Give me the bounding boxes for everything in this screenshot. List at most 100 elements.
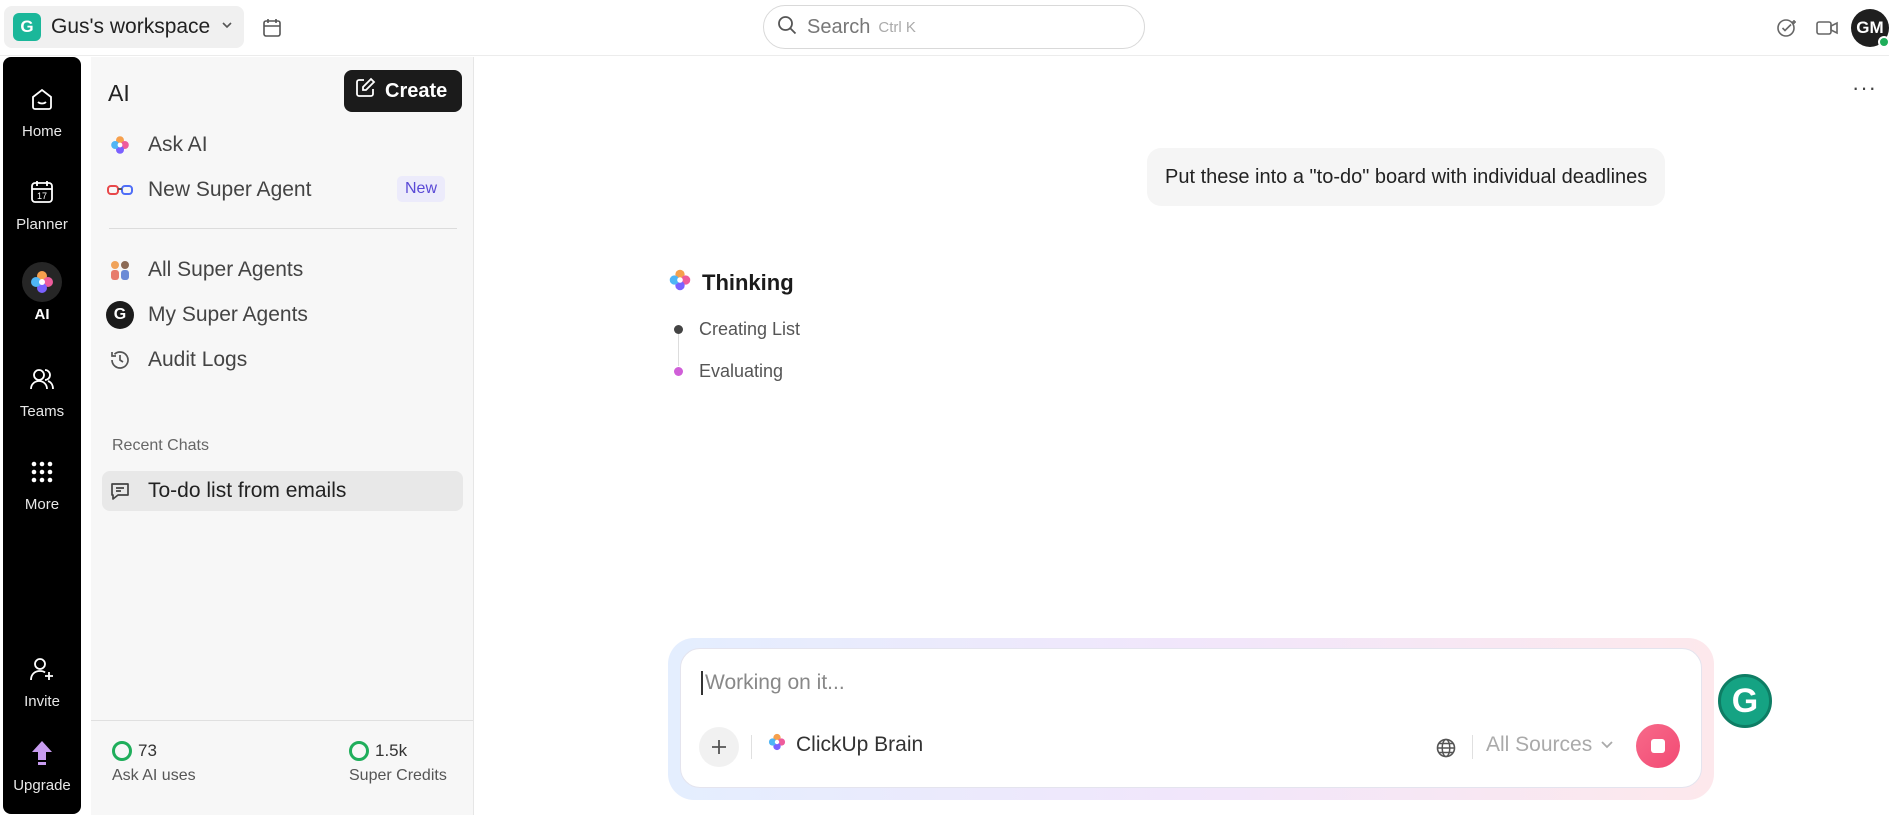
rail-label: Planner xyxy=(16,216,68,233)
thinking-step: Evaluating xyxy=(674,350,800,392)
step-text: Creating List xyxy=(699,318,801,339)
thinking-steps: Creating List Evaluating xyxy=(674,308,800,392)
recent-chats-heading: Recent Chats xyxy=(112,437,209,454)
avatar: G xyxy=(106,301,134,329)
user-avatar[interactable]: GM xyxy=(1851,9,1889,48)
message-input[interactable]: Working on it... xyxy=(701,671,845,695)
sidebar-item-audit-logs[interactable]: Audit Logs xyxy=(102,340,463,380)
sidebar-item-new-super-agent[interactable]: New Super Agent New xyxy=(102,170,463,210)
chevron-down-icon xyxy=(1600,733,1614,757)
thinking-step: Creating List xyxy=(674,308,801,366)
rail-label: AI xyxy=(34,306,50,323)
create-button[interactable]: Create xyxy=(344,70,462,112)
svg-text:17: 17 xyxy=(37,191,47,201)
sidebar-item-label: New Super Agent xyxy=(148,178,312,201)
calendar-icon[interactable] xyxy=(258,14,286,42)
compose-icon xyxy=(354,77,376,105)
new-badge: New xyxy=(396,176,445,202)
create-label: Create xyxy=(385,79,448,102)
super-credits-value: 1.5k xyxy=(375,741,408,760)
sidebar-title: AI xyxy=(108,80,130,106)
rail-item-home[interactable]: Home xyxy=(3,79,81,140)
ask-ai-uses-label: Ask AI uses xyxy=(112,767,196,784)
sources-selector[interactable]: All Sources xyxy=(1486,733,1614,757)
sidebar-item-my-super-agents[interactable]: G My Super Agents xyxy=(102,295,463,335)
left-rail: Home 17 Planner AI Teams More Invite Upg… xyxy=(3,57,81,814)
recent-chat-label: To-do list from emails xyxy=(148,479,347,502)
sidebar-item-label: All Super Agents xyxy=(148,258,304,281)
ai-sidebar: AI Create Ask AI New Super Agent New All… xyxy=(91,57,474,815)
ask-ai-uses-stat: 73 Ask AI uses xyxy=(112,741,196,785)
chat-main: ··· Put these into a "to-do" board with … xyxy=(475,57,1889,817)
chat-icon xyxy=(106,477,134,505)
video-record-icon[interactable] xyxy=(1807,8,1847,48)
workspace-badge: G xyxy=(13,13,41,41)
composer-divider xyxy=(1472,735,1473,759)
step-dot-icon xyxy=(674,324,683,334)
grid-icon xyxy=(22,452,62,492)
model-label: ClickUp Brain xyxy=(796,733,924,756)
ai-brain-icon xyxy=(106,131,134,159)
sidebar-item-all-super-agents[interactable]: All Super Agents xyxy=(102,250,463,290)
add-user-icon xyxy=(22,649,62,689)
sidebar-item-label: Audit Logs xyxy=(148,348,248,371)
super-credits-stat: 1.5k Super Credits xyxy=(349,741,447,785)
rail-item-invite[interactable]: Invite xyxy=(3,649,81,710)
history-icon xyxy=(106,346,134,374)
workspace-switcher[interactable]: G Gus's workspace xyxy=(4,6,244,48)
usage-footer: 73 Ask AI uses 1.5k Super Credits xyxy=(91,720,473,815)
top-right-actions: GM xyxy=(1767,8,1889,48)
user-message-bubble: Put these into a "to-do" board with indi… xyxy=(1147,148,1666,206)
sources-label: All Sources xyxy=(1486,733,1593,756)
ai-brain-icon xyxy=(22,262,62,302)
thinking-label: Thinking xyxy=(702,269,794,295)
stop-generation-button[interactable] xyxy=(1636,724,1680,768)
task-check-icon[interactable] xyxy=(1767,8,1807,48)
chat-composer: Working on it... ClickUp Brain All Sourc… xyxy=(680,648,1702,788)
globe-icon xyxy=(1436,738,1456,758)
progress-ring-icon xyxy=(349,741,369,761)
rail-item-planner[interactable]: 17 Planner xyxy=(3,172,81,233)
calendar-icon: 17 xyxy=(22,172,62,212)
home-icon xyxy=(22,79,62,119)
plus-icon xyxy=(712,740,726,754)
ask-ai-uses-value: 73 xyxy=(138,741,157,760)
more-options-icon[interactable]: ··· xyxy=(1852,75,1877,101)
thinking-header[interactable]: Thinking xyxy=(666,266,794,299)
search-bar[interactable]: Search Ctrl K xyxy=(763,5,1145,49)
recent-chat-item[interactable]: To-do list from emails xyxy=(102,471,463,511)
rail-item-more[interactable]: More xyxy=(3,452,81,513)
rail-label: Invite xyxy=(24,693,60,710)
ai-brain-icon xyxy=(666,266,694,299)
teams-icon xyxy=(22,359,62,399)
rail-label: Upgrade xyxy=(13,777,71,794)
rail-label: Teams xyxy=(19,403,65,420)
workspace-name: Gus's workspace xyxy=(51,15,211,38)
step-text: Evaluating xyxy=(699,360,784,381)
composer-divider xyxy=(751,735,752,759)
rail-label: More xyxy=(24,496,60,513)
avatar-initials: GM xyxy=(1856,18,1884,37)
model-selector[interactable]: ClickUp Brain xyxy=(766,731,923,759)
online-status-dot xyxy=(1878,36,1889,48)
sidebar-item-label: Ask AI xyxy=(148,133,208,156)
ai-brain-icon xyxy=(766,731,788,759)
search-icon xyxy=(776,14,798,41)
user-message-text: Put these into a "to-do" board with indi… xyxy=(1165,165,1648,188)
grammarly-widget-icon[interactable]: G xyxy=(1718,674,1772,728)
sidebar-item-label: My Super Agents xyxy=(148,303,308,326)
add-attachment-button[interactable] xyxy=(699,727,739,767)
rail-item-ai[interactable]: AI xyxy=(3,262,81,323)
sidebar-divider xyxy=(109,228,457,229)
rail-label: Home xyxy=(21,123,62,140)
search-label: Search xyxy=(807,15,871,38)
rail-item-teams[interactable]: Teams xyxy=(3,359,81,420)
rail-item-upgrade[interactable]: Upgrade xyxy=(3,733,81,794)
super-credits-label: Super Credits xyxy=(349,767,447,784)
step-dot-icon xyxy=(674,366,683,376)
upgrade-arrow-icon xyxy=(22,733,62,773)
progress-ring-icon xyxy=(112,741,132,761)
web-search-toggle[interactable] xyxy=(1432,734,1460,762)
agents-group-icon xyxy=(106,256,134,284)
sidebar-item-ask-ai[interactable]: Ask AI xyxy=(102,125,463,165)
